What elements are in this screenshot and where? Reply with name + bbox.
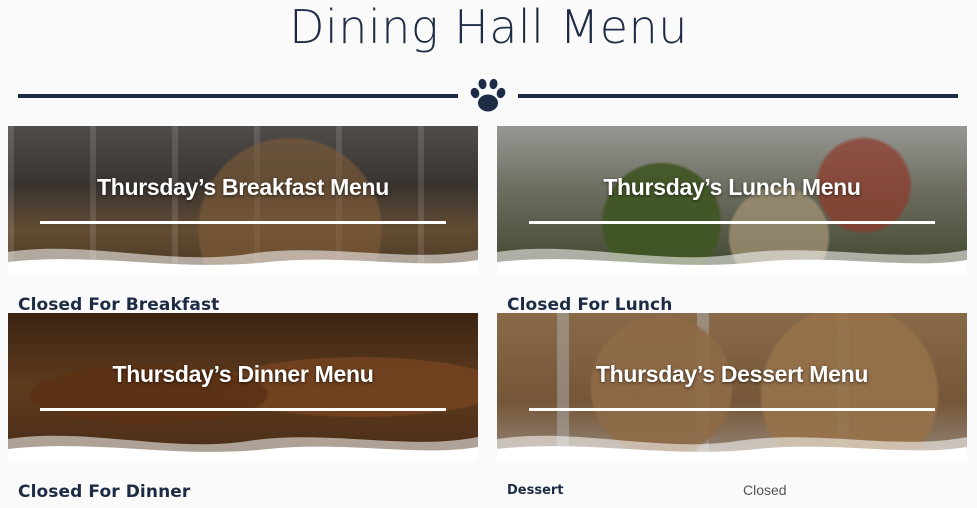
lunch-status: Closed For Lunch [507, 295, 673, 315]
breakfast-menu-card[interactable]: Thursday’s Breakfast Menu [8, 126, 478, 274]
breakfast-title-underline [40, 221, 446, 224]
dessert-menu-card[interactable]: Thursday’s Dessert Menu [497, 313, 967, 461]
dessert-menu-title[interactable]: Thursday’s Dessert Menu [497, 361, 967, 388]
paw-icon [470, 78, 506, 112]
lunch-menu-title[interactable]: Thursday’s Lunch Menu [497, 174, 967, 201]
dessert-item-status: Closed [743, 482, 787, 498]
dinner-menu-card[interactable]: Thursday’s Dinner Menu [8, 313, 478, 461]
card-wave [497, 435, 967, 461]
divider-rule-left [18, 94, 458, 98]
card-wave [497, 248, 967, 274]
dessert-title-underline [529, 408, 935, 411]
card-wave [8, 248, 478, 274]
dessert-item-name: Dessert [507, 483, 564, 498]
divider-rule-right [518, 94, 958, 98]
page-title: Dining Hall Menu [289, 0, 688, 54]
dinner-menu-title[interactable]: Thursday’s Dinner Menu [8, 361, 478, 388]
breakfast-menu-title[interactable]: Thursday’s Breakfast Menu [8, 174, 478, 201]
card-wave [8, 435, 478, 461]
title-divider [0, 74, 977, 118]
lunch-menu-card[interactable]: Thursday’s Lunch Menu [497, 126, 967, 274]
dinner-status: Closed For Dinner [18, 482, 191, 502]
breakfast-status: Closed For Breakfast [18, 295, 220, 315]
dinner-title-underline [40, 408, 446, 411]
lunch-title-underline [529, 221, 935, 224]
